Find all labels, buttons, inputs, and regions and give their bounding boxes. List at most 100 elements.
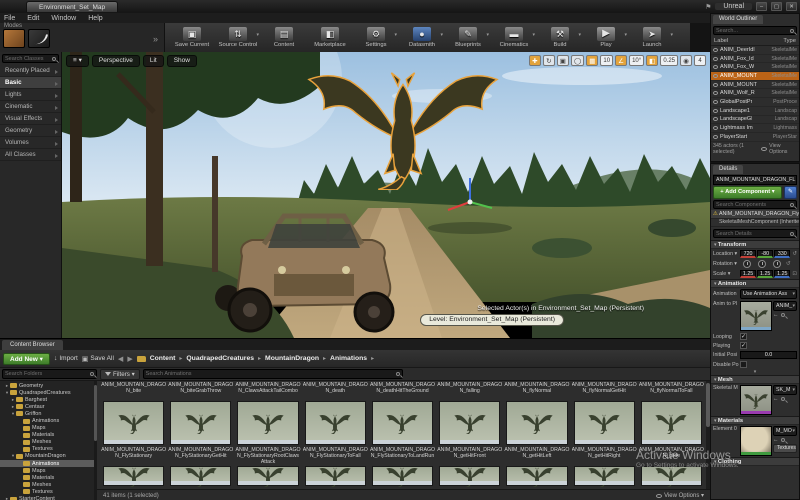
scale-z-field[interactable]: 1.25 [774,270,790,278]
perspective-selector[interactable]: Perspective [92,55,140,67]
scale-y-field[interactable]: 1.25 [757,270,773,278]
visibility-eye-icon[interactable] [713,109,718,113]
skeletal-mesh-thumbnail[interactable] [740,385,772,415]
asset-tile[interactable] [437,465,502,487]
camera-speed-value[interactable]: 4 [694,55,706,66]
dropdown-arrow-icon[interactable]: ▾ [624,32,627,38]
filters-button[interactable]: Filters ▾ [100,369,140,380]
world-local-toggle-icon[interactable]: ◯ [571,55,584,66]
asset-tile[interactable] [504,465,569,487]
expand-modes-icon[interactable]: » [153,34,158,44]
folder-tree-item[interactable]: ▸ Centaur [0,403,97,410]
section-animation[interactable]: Animation [711,279,799,288]
visibility-eye-icon[interactable] [713,65,718,69]
history-back-button[interactable]: ◀ [118,355,123,363]
toolbar-button[interactable]: ✎ Blueprints ▾ [445,27,491,48]
column-header-label[interactable]: Label [714,38,728,44]
asset-tile[interactable] [101,400,166,446]
scale-x-field[interactable]: 1.25 [740,270,756,278]
asset-name[interactable]: ANIM_MOUNTAIN_DRAGON_FlyStationaryGetHit [168,446,233,465]
asset-tile[interactable] [303,400,368,446]
anim-asset-thumbnail[interactable] [740,301,772,331]
show-flags-menu[interactable]: Show [167,55,197,67]
outliner-actor-row[interactable]: ANIM_Fox_Id SkeletalMe [711,55,799,64]
rotate-tool-icon[interactable]: ↻ [543,55,555,66]
folder-tree-item[interactable]: ▸ Barghest [0,396,97,403]
looping-checkbox[interactable]: ✓ [740,333,747,340]
toolbar-button[interactable]: ➤ Launch ▾ [629,27,675,48]
material-thumbnail[interactable] [740,426,772,456]
section-materials[interactable]: Materials [711,416,799,425]
modes-category-recently-placed[interactable]: Recently Placed [0,65,61,77]
folder-tree-item[interactable]: Meshes [0,481,97,488]
move-tool-icon[interactable]: ✚ [529,55,541,66]
folder-tree-item[interactable]: Maps [0,467,97,474]
search-details-input[interactable] [716,231,790,237]
reset-location-icon[interactable]: ↺ [792,251,797,257]
breadcrumb-item[interactable]: MountainDragon [265,355,330,362]
breadcrumb-item[interactable]: Content [150,355,187,362]
toolbar-button[interactable]: ⇅ Source Control ▾ [215,27,261,48]
scale-lock-icon[interactable]: ⊡ [792,271,797,277]
outliner-actor-row[interactable]: LandscapeGl Landscap [711,116,799,125]
rotation-label[interactable]: Rotation ▾ [713,261,739,267]
visibility-eye-icon[interactable] [713,48,718,52]
asset-name[interactable]: ANIM_MOUNTAIN_DRAGON_getHitLeft [504,446,569,465]
outliner-view-options[interactable]: View Options [769,143,797,155]
outliner-actor-row[interactable]: ANIM_Fox_W SkeletalMe [711,63,799,72]
section-clothing[interactable]: Clothing [711,457,799,466]
asset-name[interactable]: ANIM_MOUNTAIN_DRAGON_getHitFront [437,446,502,465]
asset-name[interactable]: ANIM_MOUNTAIN_DRAGON_bite [101,381,166,400]
use-selected-asset-icon[interactable]: ← [773,396,779,402]
asset-tile[interactable] [504,400,569,446]
asset-name[interactable]: ANIM_MOUNTAIN_DRAGON_biteGrabThrow [168,381,233,400]
location-y-field[interactable]: -80 [757,250,773,258]
outliner-actor-row[interactable]: ANIM_Wolf_R SkeletalMe [711,89,799,98]
add-component-button[interactable]: + Add Component ▾ [713,186,782,199]
component-skeletalmesh-item[interactable]: SkeletalMeshComponent (Inherite [711,219,799,228]
search-components-input[interactable] [716,202,790,208]
toolbar-button[interactable]: ▬ Cinematics ▾ [491,27,537,48]
modes-category-visual-effects[interactable]: Visual Effects [0,113,61,125]
outliner-actor-row[interactable]: GlobalPostPr PostProce [711,98,799,107]
folder-tree-item[interactable]: Materials [0,474,97,481]
folder-tree-item[interactable]: Animations [0,417,97,424]
search-folders-input[interactable] [5,371,90,377]
asset-tile[interactable] [101,465,166,487]
asset-name[interactable]: ANIM_MOUNTAIN_DRAGON_FlyStationaryToLand… [370,446,435,465]
column-header-type[interactable]: Type [783,38,796,44]
view-mode-lit[interactable]: Lit [143,55,164,67]
folder-tree-item[interactable]: Materials [0,432,97,439]
browse-asset-icon[interactable] [781,397,785,401]
dropdown-arrow-icon[interactable]: ▾ [532,32,535,38]
folder-tree-item[interactable]: Animations [0,460,97,467]
toolbar-button[interactable]: ⚒ Build ▾ [537,27,583,48]
feedback-flag-icon[interactable]: ⚑ [705,3,711,11]
location-x-field[interactable]: 720 [740,250,756,258]
outliner-actor-row[interactable]: Landscape1 Landscap [711,107,799,116]
asset-tile[interactable] [370,465,435,487]
search-classes-input[interactable] [5,56,52,62]
outliner-actor-row[interactable]: ANIM_MOUNT SkeletalMe [711,72,799,81]
breadcrumb-item[interactable]: QuadrapedCreatures [186,355,265,362]
section-mesh[interactable]: Mesh [711,375,799,384]
brush-mode-icon[interactable] [28,29,50,48]
outliner-actor-row[interactable]: ANIM_DeerIdl SkeletalMe [711,46,799,55]
visibility-eye-icon[interactable] [713,117,718,121]
scale-snap-value[interactable]: 0.25 [660,55,678,66]
folder-tree-item[interactable]: Textures [0,488,97,495]
level-indicator[interactable]: Level: Environment_Set_Map (Persistent) [420,314,564,326]
outliner-actor-row[interactable]: Lightmass Im Lightmass [711,124,799,133]
menu-item[interactable]: File [4,15,15,22]
search-assets-input[interactable] [146,371,396,377]
anim-asset-dropdown[interactable]: ANIM_ [773,301,797,311]
maximize-button[interactable]: ▢ [771,2,782,11]
modes-category-geometry[interactable]: Geometry [0,125,61,137]
placement-mode-icon[interactable] [3,29,25,48]
rotation-z-dial[interactable] [773,260,781,268]
minimize-button[interactable]: ‒ [756,2,767,11]
visibility-eye-icon[interactable] [713,100,718,104]
asset-name[interactable]: ANIM_MOUNTAIN_DRAGON_flyNormal [504,381,569,400]
textures-button[interactable]: Textures [773,444,797,453]
rotation-y-dial[interactable] [758,260,766,268]
